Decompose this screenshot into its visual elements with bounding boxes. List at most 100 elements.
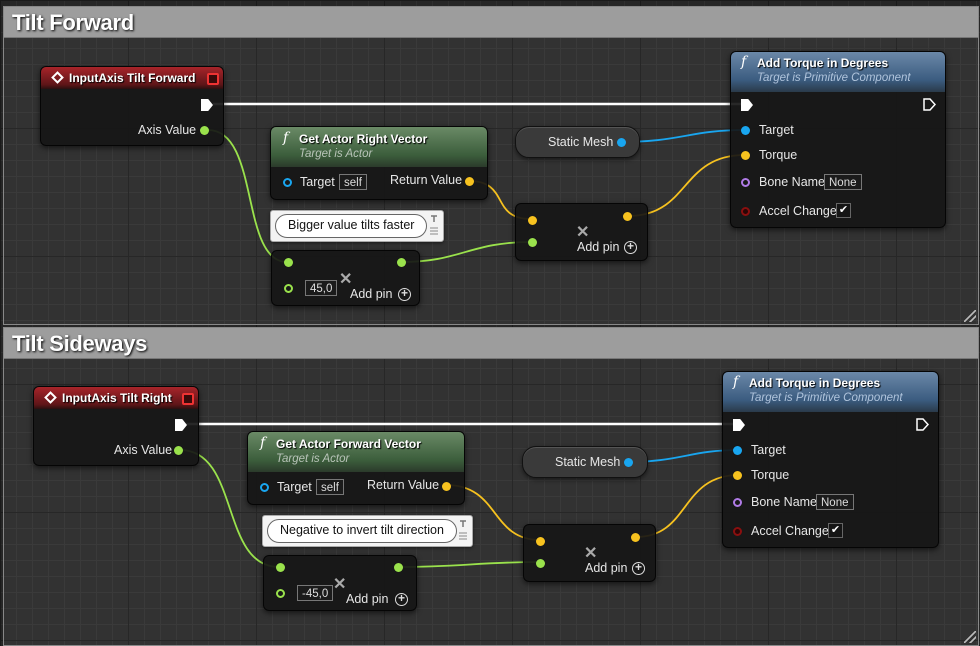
event-node-tilt-right[interactable]: InputAxis Tilt Right Axis Value	[33, 386, 199, 466]
comment-bubble-text: Negative to invert tilt direction	[267, 519, 457, 543]
add-pin-label: Add pin	[585, 561, 628, 575]
node-subtitle: Target is Actor	[276, 453, 350, 465]
pill-label: Static Mesh	[555, 455, 621, 469]
pin-label: Accel Change	[751, 524, 829, 538]
static-mesh-getter[interactable]: Static Mesh	[515, 126, 640, 158]
float-in-pin[interactable]	[284, 258, 293, 267]
float-in-pin[interactable]	[528, 238, 537, 247]
function-icon: f	[741, 54, 747, 70]
event-delegate-icon[interactable]	[182, 393, 194, 405]
target-pin[interactable]	[733, 446, 742, 455]
comment-title: Tilt Forward	[12, 10, 134, 35]
exec-in-pin[interactable]	[733, 419, 745, 431]
node-title: Add Torque in Degrees	[749, 376, 881, 390]
pin-label: Torque	[759, 148, 798, 162]
pin-label: Axis Value	[114, 443, 173, 457]
multiply-float-node[interactable]: 45,0 ✕ Add pin +	[271, 250, 420, 306]
static-mesh-pin[interactable]	[624, 458, 633, 467]
node-title: Get Actor Right Vector	[299, 132, 428, 146]
float-in-pin[interactable]	[284, 284, 293, 293]
add-pin-icon[interactable]: +	[632, 561, 645, 575]
add-pin-icon[interactable]: +	[398, 287, 411, 301]
exec-out-pin[interactable]	[916, 418, 929, 431]
event-delegate-icon[interactable]	[207, 73, 219, 85]
target-pin[interactable]	[260, 483, 269, 492]
target-self-field[interactable]: self	[339, 174, 367, 190]
node-title: Get Actor Forward Vector	[276, 437, 421, 451]
exec-out-pin[interactable]	[923, 98, 936, 111]
vector-out-pin[interactable]	[623, 212, 632, 221]
pin-label: Target	[277, 480, 312, 494]
exec-out-pin[interactable]	[201, 99, 213, 111]
pin-label: Bone Name	[751, 495, 818, 509]
axis-value-pin[interactable]	[200, 126, 209, 135]
add-pin-icon[interactable]: +	[624, 240, 637, 254]
function-icon: f	[260, 435, 266, 451]
comment-title-bar[interactable]: Tilt Sideways	[4, 328, 978, 359]
return-value-pin[interactable]	[465, 177, 474, 186]
multiply-float-node[interactable]: -45,0 ✕ Add pin +	[263, 555, 417, 611]
exec-out-pin[interactable]	[175, 419, 187, 431]
multiply-icon: ✕	[576, 224, 590, 241]
get-actor-right-vector-node[interactable]: f Get Actor Right Vector Target is Actor…	[270, 126, 488, 200]
vector-in-pin[interactable]	[536, 537, 545, 546]
static-mesh-getter[interactable]: Static Mesh	[522, 446, 648, 478]
multiply-icon: ✕	[584, 545, 598, 562]
multiply-icon: ✕	[339, 271, 353, 288]
resize-grip-icon[interactable]	[964, 310, 976, 322]
bone-name-pin[interactable]	[733, 498, 742, 507]
pin-label: Torque	[751, 468, 790, 482]
static-mesh-pin[interactable]	[617, 138, 626, 147]
comment-title-bar[interactable]: Tilt Forward	[4, 7, 978, 38]
float-in-pin[interactable]	[276, 589, 285, 598]
accel-change-pin[interactable]	[741, 207, 750, 216]
pin-comment-icon[interactable]	[458, 519, 468, 541]
target-pin[interactable]	[741, 126, 750, 135]
pin-label: Return Value	[367, 478, 440, 492]
add-torque-node[interactable]: f Add Torque in Degrees Target is Primit…	[730, 51, 946, 228]
target-pin[interactable]	[283, 178, 292, 187]
exec-in-pin[interactable]	[741, 99, 753, 111]
float-out-pin[interactable]	[394, 563, 403, 572]
add-torque-node[interactable]: f Add Torque in Degrees Target is Primit…	[722, 371, 939, 548]
multiply-vector-node[interactable]: ✕ Add pin +	[523, 524, 656, 582]
multiplier-value-field[interactable]: -45,0	[297, 585, 334, 601]
axis-value-pin[interactable]	[174, 446, 183, 455]
add-pin-label: Add pin	[350, 287, 393, 301]
pin-comment-icon[interactable]	[429, 214, 439, 236]
bone-name-field[interactable]: None	[824, 174, 862, 190]
add-pin-icon[interactable]: +	[395, 592, 408, 606]
add-pin-label: Add pin	[577, 240, 620, 254]
event-node-tilt-forward[interactable]: InputAxis Tilt Forward Axis Value	[40, 66, 224, 146]
target-self-field[interactable]: self	[316, 479, 344, 495]
multiply-vector-node[interactable]: ✕ Add pin +	[515, 203, 648, 261]
pin-label: Return Value	[390, 173, 463, 187]
bone-name-pin[interactable]	[741, 178, 750, 187]
function-icon: f	[733, 374, 739, 390]
pin-label: Target	[300, 175, 335, 189]
pin-label: Bone Name	[759, 175, 826, 189]
multiply-icon: ✕	[333, 576, 347, 593]
node-subtitle: Target is Actor	[299, 148, 373, 160]
bone-name-field[interactable]: None	[816, 494, 854, 510]
vector-in-pin[interactable]	[528, 216, 537, 225]
accel-change-pin[interactable]	[733, 527, 742, 536]
comment-bubble[interactable]: Bigger value tilts faster	[270, 210, 444, 242]
float-out-pin[interactable]	[397, 258, 406, 267]
pin-label: Accel Change	[759, 204, 837, 218]
get-actor-forward-vector-node[interactable]: f Get Actor Forward Vector Target is Act…	[247, 431, 465, 505]
add-pin-label: Add pin	[346, 592, 389, 606]
return-value-pin[interactable]	[442, 482, 451, 491]
accel-change-checkbox[interactable]: ✔	[828, 523, 843, 538]
function-icon: f	[283, 130, 289, 146]
float-in-pin[interactable]	[536, 559, 545, 568]
float-in-pin[interactable]	[276, 563, 285, 572]
torque-pin[interactable]	[733, 471, 742, 480]
torque-pin[interactable]	[741, 151, 750, 160]
multiplier-value-field[interactable]: 45,0	[305, 280, 338, 296]
node-subtitle: Target is Primitive Component	[757, 72, 911, 84]
resize-grip-icon[interactable]	[964, 631, 976, 643]
accel-change-checkbox[interactable]: ✔	[836, 203, 851, 218]
vector-out-pin[interactable]	[631, 533, 640, 542]
comment-bubble[interactable]: Negative to invert tilt direction	[262, 515, 473, 547]
